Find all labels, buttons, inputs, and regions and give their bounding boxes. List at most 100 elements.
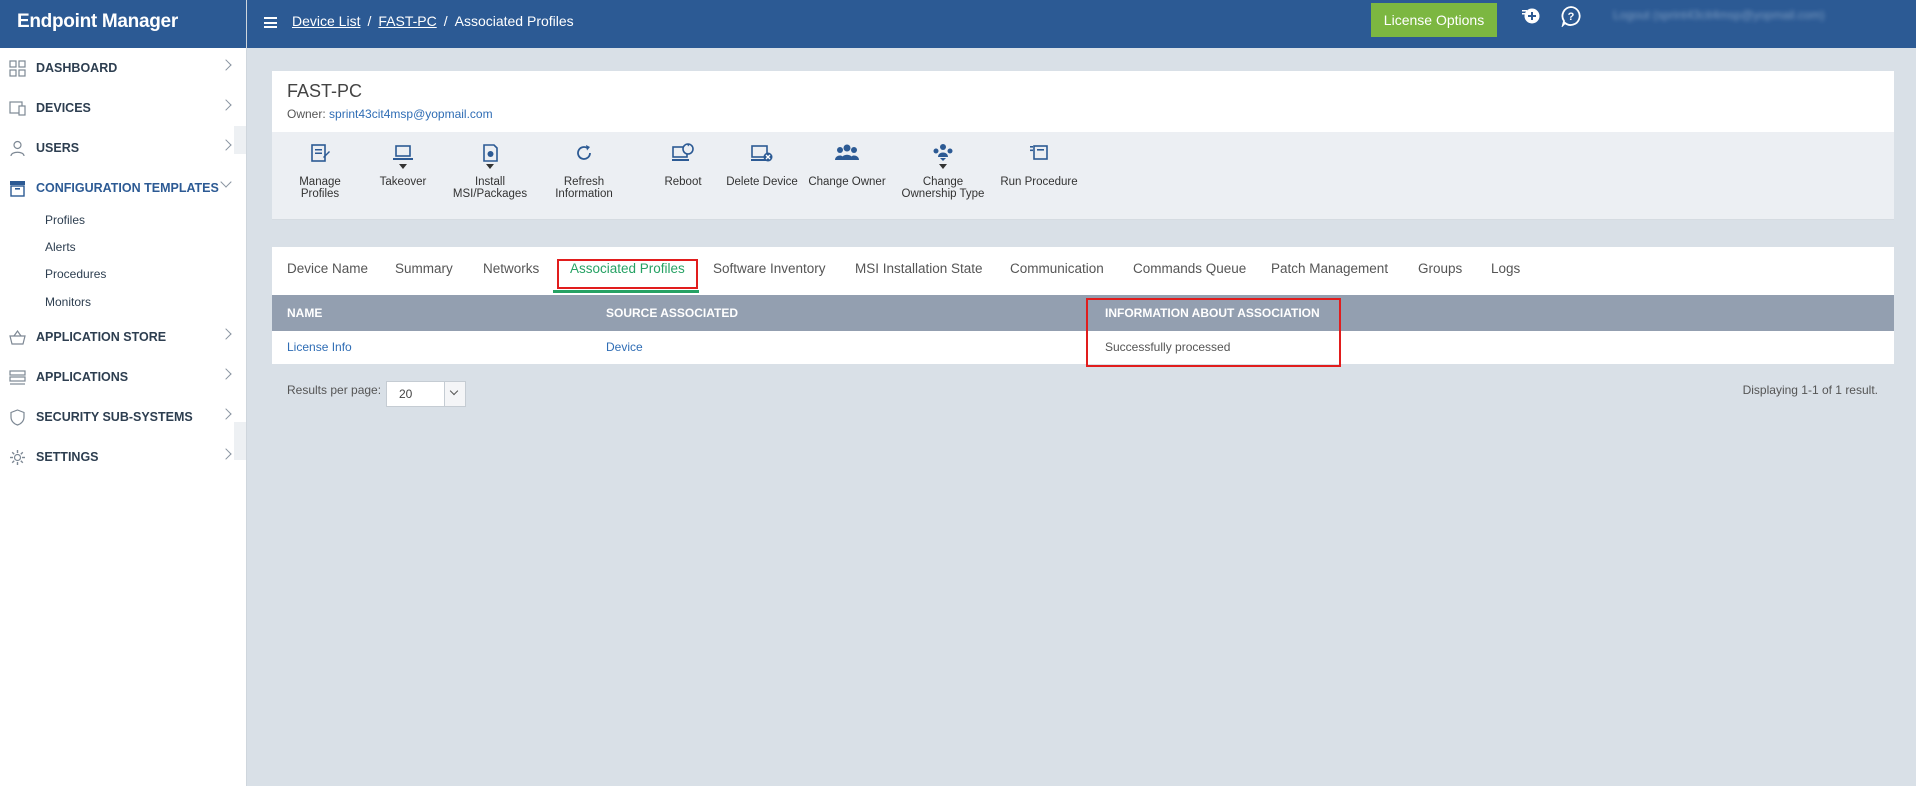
chevron-down-icon[interactable] <box>444 382 465 406</box>
reboot-label: Reboot <box>664 176 702 188</box>
tab-communication[interactable]: Communication <box>1010 247 1104 295</box>
sidebar-subitem-monitors[interactable]: Monitors <box>45 295 91 309</box>
install-msi-packages-button[interactable]: Install MSI/Packages <box>447 142 533 200</box>
sidebar-subitem-profiles[interactable]: Profiles <box>45 213 85 227</box>
sidebar-scroll-marker <box>234 422 246 460</box>
owner-label: Owner: <box>287 107 326 121</box>
chevron-right-icon <box>220 139 232 151</box>
dropdown-caret <box>486 164 494 169</box>
breadcrumb-device-list[interactable]: Device List <box>292 13 360 29</box>
column-header-information[interactable]: INFORMATION ABOUT ASSOCIATION <box>1105 295 1320 331</box>
help-icon[interactable]: ? <box>1560 5 1582 28</box>
tab-summary[interactable]: Summary <box>395 247 453 295</box>
package-icon <box>447 142 533 176</box>
dashboard-grid-icon <box>8 59 26 77</box>
breadcrumb: Device List / FAST-PC / Associated Profiles <box>292 13 574 29</box>
results-summary: Displaying 1-1 of 1 result. <box>1742 383 1878 397</box>
chevron-down-icon <box>220 176 232 188</box>
sidebar-item-label: CONFIGURATION TEMPLATES <box>36 181 219 195</box>
table-row: License Info Device Successfully process… <box>272 331 1894 364</box>
sidebar-item-label: SETTINGS <box>36 450 99 464</box>
laptop-icon <box>372 142 434 176</box>
chevron-right-icon <box>220 448 232 460</box>
tab-software-inventory[interactable]: Software Inventory <box>713 247 826 295</box>
chevron-right-icon <box>220 59 232 71</box>
tab-msi-installation-state[interactable]: MSI Installation State <box>855 247 983 295</box>
run-procedure-label: Run Procedure <box>1000 176 1078 188</box>
sidebar-subitem-procedures[interactable]: Procedures <box>45 267 106 281</box>
results-per-page-select[interactable]: 20 <box>386 381 466 407</box>
sidebar-item-users[interactable]: USERS <box>0 132 246 164</box>
change-type-label-line2: Ownership Type <box>901 188 985 200</box>
install-label-line2: MSI/Packages <box>452 188 528 200</box>
results-per-page-label: Results per page: <box>287 383 382 397</box>
delete-device-button[interactable]: Delete Device <box>725 142 799 188</box>
sidebar-item-settings[interactable]: SETTINGS <box>0 441 246 473</box>
tab-networks[interactable]: Networks <box>483 247 539 295</box>
add-notification-icon[interactable] <box>1520 5 1542 27</box>
source-associated-link[interactable]: Device <box>606 340 643 354</box>
change-owner-button[interactable]: Change Owner <box>808 142 886 188</box>
hamburger-menu-icon[interactable] <box>264 17 277 28</box>
dropdown-caret <box>939 164 947 169</box>
breadcrumb-device[interactable]: FAST-PC <box>378 13 436 29</box>
install-label-line1: Install <box>474 176 506 188</box>
tab-associated-profiles[interactable]: Associated Profiles <box>570 247 685 295</box>
table-header: NAME SOURCE ASSOCIATED INFORMATION ABOUT… <box>272 295 1894 331</box>
sidebar-item-dashboard[interactable]: DASHBOARD <box>0 52 246 84</box>
takeover-label: Takeover <box>379 176 427 188</box>
sidebar-item-application-store[interactable]: APPLICATION STORE <box>0 321 246 353</box>
takeover-button[interactable]: Takeover <box>372 142 434 188</box>
group-users-icon <box>808 142 886 176</box>
owner-email-link[interactable]: sprint43cit4msp@yopmail.com <box>329 107 493 121</box>
device-card: FAST-PC Owner: sprint43cit4msp@yopmail.c… <box>272 71 1894 220</box>
license-options-button[interactable]: License Options <box>1371 3 1497 37</box>
device-owner: Owner: sprint43cit4msp@yopmail.com <box>287 107 1894 121</box>
reboot-icon <box>657 142 709 176</box>
chevron-right-icon <box>220 328 232 340</box>
top-bar: Device List / FAST-PC / Associated Profiles … <box>247 0 1916 48</box>
tab-logs[interactable]: Logs <box>1491 247 1520 295</box>
user-account-menu[interactable]: Logout (sprint43cit4msp@yopmail.com) <box>1613 8 1873 22</box>
delete-device-label: Delete Device <box>726 176 798 188</box>
sidebar-scroll-marker <box>234 126 246 154</box>
sidebar-subitem-alerts[interactable]: Alerts <box>45 240 76 254</box>
delete-device-icon <box>725 142 799 176</box>
tab-device-name[interactable]: Device Name <box>287 247 368 295</box>
column-header-name[interactable]: NAME <box>287 295 322 331</box>
chevron-right-icon <box>220 99 232 111</box>
device-title: FAST-PC <box>287 81 363 101</box>
sidebar-item-devices[interactable]: DEVICES <box>0 92 246 124</box>
sidebar-item-security-sub-systems[interactable]: SECURITY SUB-SYSTEMS <box>0 401 246 433</box>
tab-groups[interactable]: Groups <box>1418 247 1462 295</box>
breadcrumb-current: Associated Profiles <box>454 13 574 29</box>
results-per-page-value: 20 <box>399 387 413 401</box>
devices-icon <box>8 99 26 117</box>
tab-patch-management[interactable]: Patch Management <box>1271 247 1388 295</box>
run-procedure-icon <box>999 142 1079 176</box>
app-brand: Endpoint Manager <box>0 0 246 48</box>
reboot-button[interactable]: Reboot <box>657 142 709 188</box>
tab-commands-queue[interactable]: Commands Queue <box>1133 247 1246 295</box>
active-tab-indicator <box>553 290 699 293</box>
manage-profiles-button[interactable]: Manage Profiles <box>279 142 361 200</box>
run-procedure-button[interactable]: Run Procedure <box>999 142 1079 188</box>
sidebar-item-configuration-templates[interactable]: CONFIGURATION TEMPLATES <box>0 172 246 204</box>
refresh-information-button[interactable]: Refresh Information <box>544 142 624 200</box>
sidebar-item-label: DASHBOARD <box>36 61 118 75</box>
column-header-source-associated[interactable]: SOURCE ASSOCIATED <box>606 295 738 331</box>
chevron-right-icon <box>220 408 232 420</box>
refresh-label-line2: Information <box>555 188 613 200</box>
manage-profiles-icon <box>279 142 361 176</box>
svg-text:?: ? <box>1568 11 1575 23</box>
basket-icon <box>8 328 26 346</box>
association-info: Successfully processed <box>1105 340 1231 354</box>
ownership-type-icon <box>897 142 989 176</box>
sidebar-item-label: APPLICATION STORE <box>36 330 167 344</box>
device-header: FAST-PC Owner: sprint43cit4msp@yopmail.c… <box>272 71 1894 132</box>
device-tabs: Device Name Summary Networks Associated … <box>272 247 1894 295</box>
change-owner-label: Change Owner <box>808 176 886 188</box>
sidebar-item-applications[interactable]: APPLICATIONS <box>0 361 246 393</box>
profile-name-link[interactable]: License Info <box>287 340 352 354</box>
change-ownership-type-button[interactable]: Change Ownership Type <box>897 142 989 200</box>
